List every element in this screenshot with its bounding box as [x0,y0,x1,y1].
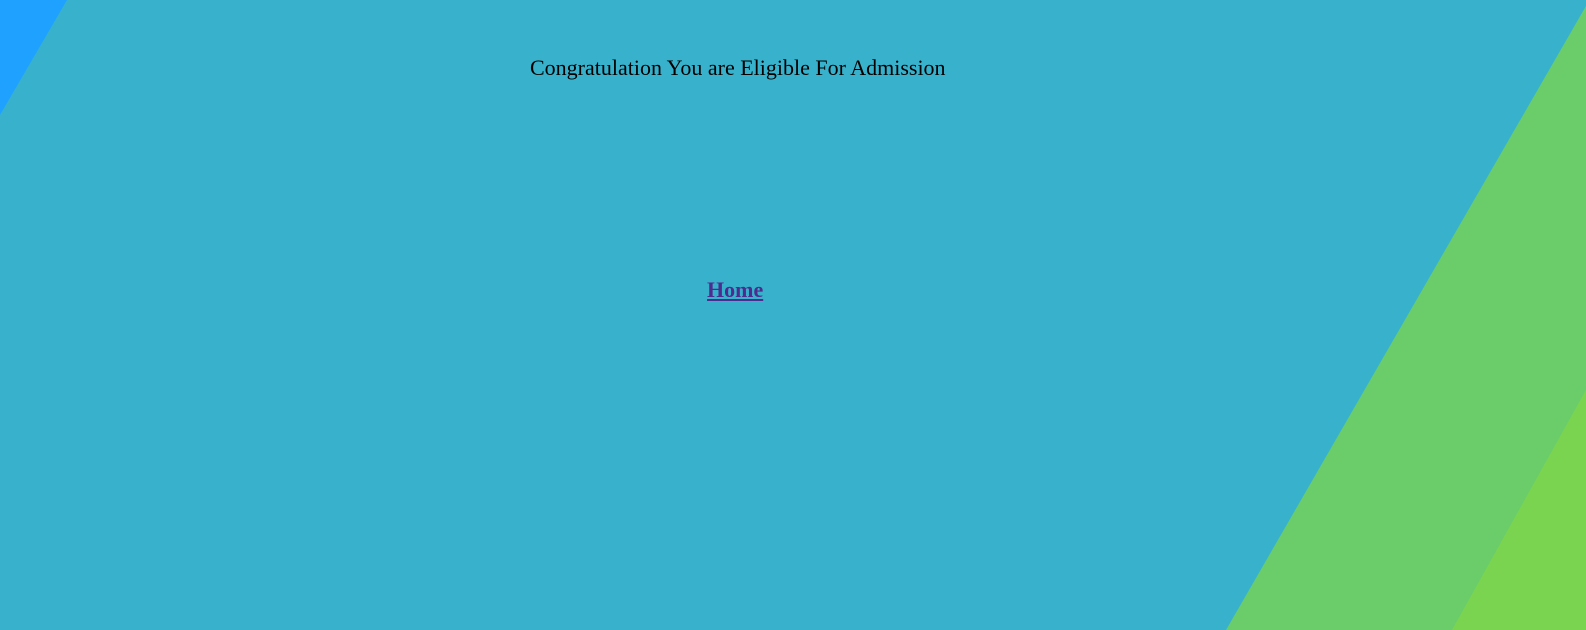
home-link[interactable]: Home [707,277,763,303]
main-content: Congratulation You are Eligible For Admi… [0,0,1586,630]
eligibility-message: Congratulation You are Eligible For Admi… [530,55,946,80]
